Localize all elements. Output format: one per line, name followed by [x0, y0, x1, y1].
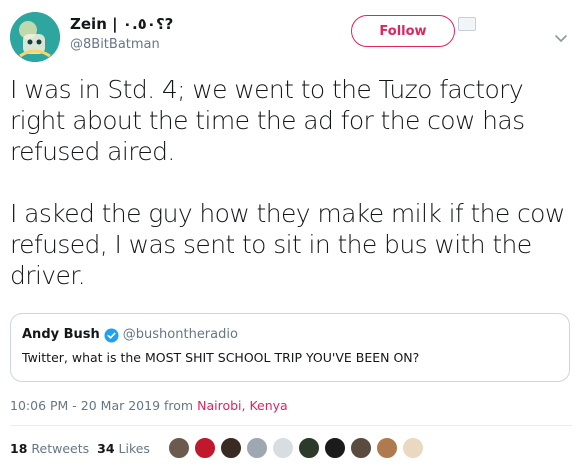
- liker-avatar[interactable]: [246, 437, 268, 459]
- liker-avatar[interactable]: [298, 437, 320, 459]
- quoted-author-handle: @bushontheradio: [122, 327, 238, 342]
- follow-button[interactable]: Follow: [351, 15, 455, 47]
- chevron-down-icon[interactable]: [553, 30, 569, 46]
- liker-avatar[interactable]: [272, 437, 294, 459]
- retweets-label: Retweets: [31, 441, 90, 456]
- tweet-text: I was in Std. 4; we went to the Tuzo fac…: [10, 74, 575, 291]
- liker-avatar[interactable]: [220, 437, 242, 459]
- divider: [10, 425, 572, 426]
- tweet-timestamp: 10:06 PM - 20 Mar 2019 from Nairobi, Ken…: [10, 398, 288, 413]
- likes-stat[interactable]: 34 Likes: [97, 441, 150, 456]
- liker-avatar[interactable]: [376, 437, 398, 459]
- quoted-tweet-header: Andy Bush @bushontheradio: [22, 326, 558, 344]
- tweet-time[interactable]: 10:06 PM - 20 Mar 2019: [10, 398, 160, 413]
- verified-icon: [104, 327, 119, 343]
- author-avatar[interactable]: [10, 12, 60, 62]
- tweet-header: Zein | ؟٠.٥٠? @8BitBatman Follow: [10, 10, 572, 62]
- retweets-stat[interactable]: 18 Retweets: [10, 441, 89, 456]
- quoted-tweet[interactable]: Andy Bush @bushontheradio Twitter, what …: [10, 313, 570, 382]
- from-label: from: [164, 398, 194, 413]
- likes-label: Likes: [118, 441, 150, 456]
- liker-avatar[interactable]: [402, 437, 424, 459]
- author-info: Zein | ؟٠.٥٠? @8BitBatman: [70, 14, 173, 54]
- tweet-paragraph: I asked the guy how they make milk if th…: [10, 199, 565, 290]
- likers-avatars: [168, 434, 428, 462]
- avatar-image: [10, 12, 60, 62]
- likes-count: 34: [97, 441, 115, 456]
- retweets-count: 18: [10, 441, 28, 456]
- author-handle[interactable]: @8BitBatman: [70, 36, 173, 54]
- quoted-tweet-text: Twitter, what is the MOST SHIT SCHOOL TR…: [22, 350, 420, 365]
- author-display-name[interactable]: Zein | ؟٠.٥٠?: [70, 14, 173, 34]
- tweet-stats: 18 Retweets 34 Likes: [10, 441, 150, 456]
- tweet-paragraph: I was in Std. 4; we went to the Tuzo fac…: [10, 75, 525, 166]
- tweet-location[interactable]: Nairobi, Kenya: [197, 398, 288, 413]
- liker-avatar[interactable]: [168, 437, 190, 459]
- quoted-author-name: Andy Bush: [22, 327, 100, 342]
- liker-avatar[interactable]: [324, 437, 346, 459]
- flag-icon: [458, 17, 476, 31]
- liker-avatar[interactable]: [194, 437, 216, 459]
- liker-avatar[interactable]: [350, 437, 372, 459]
